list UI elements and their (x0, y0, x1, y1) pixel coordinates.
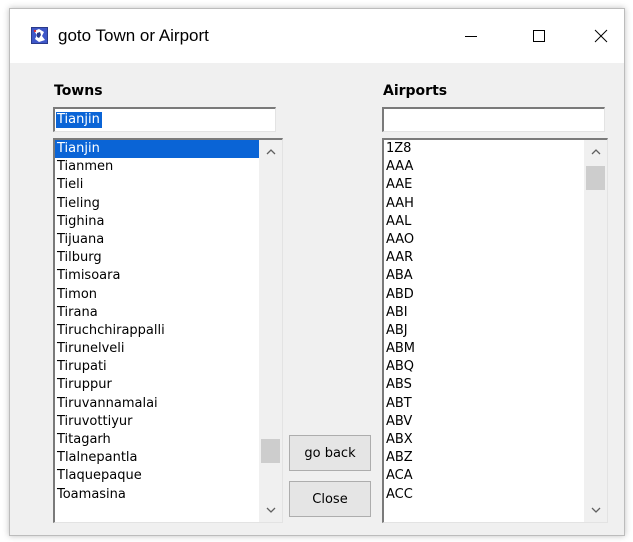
airports-list-item[interactable]: ACC (384, 486, 584, 504)
towns-scroll-up-button[interactable] (259, 142, 282, 162)
town-search-input[interactable]: Tianjin (53, 107, 276, 132)
airports-list-item[interactable]: ABD (384, 286, 584, 304)
chevron-down-icon (591, 507, 600, 513)
airports-label: Airports (383, 83, 448, 99)
towns-list-item[interactable]: Titagarh (55, 431, 259, 449)
airports-list-item[interactable]: ABV (384, 413, 584, 431)
towns-list-item[interactable]: Tiruvottiyur (55, 413, 259, 431)
towns-label: Towns (54, 83, 103, 99)
go-back-button[interactable]: go back (289, 435, 371, 471)
airports-scroll-down-button[interactable] (584, 500, 607, 520)
towns-list-item[interactable]: Tlaquepaque (55, 467, 259, 485)
app-icon (31, 27, 48, 44)
airports-list-item[interactable]: ABZ (384, 449, 584, 467)
towns-list-item[interactable]: Tlalnepantla (55, 449, 259, 467)
airports-list-item[interactable]: ABA (384, 267, 584, 285)
airports-list-item[interactable]: AAE (384, 176, 584, 194)
towns-list-item[interactable]: Tiruppur (55, 376, 259, 394)
airports-list-item[interactable]: ACA (384, 467, 584, 485)
minimize-icon (465, 36, 477, 37)
chevron-up-icon (266, 149, 275, 155)
chevron-up-icon (591, 149, 600, 155)
airports-list-item[interactable]: ABJ (384, 322, 584, 340)
airports-list-item[interactable]: ABX (384, 431, 584, 449)
towns-list-item[interactable]: Tilburg (55, 249, 259, 267)
towns-list-item[interactable]: Tighina (55, 213, 259, 231)
towns-list-item[interactable]: Toamasina (55, 486, 259, 504)
minimize-button[interactable] (448, 9, 494, 63)
towns-listbox[interactable]: Tianjin Tianmen Tieli Tieling Tighina Tijuana… (53, 138, 283, 523)
towns-list-item[interactable]: Tiruchchirappalli (55, 322, 259, 340)
maximize-button[interactable] (516, 9, 562, 63)
towns-list-item[interactable]: Timon (55, 286, 259, 304)
towns-list-item[interactable]: Tirana (55, 304, 259, 322)
towns-list-item[interactable]: Tieling (55, 195, 259, 213)
towns-scroll-down-button[interactable] (259, 500, 282, 520)
maximize-icon (533, 30, 545, 42)
airports-list-item[interactable]: AAR (384, 249, 584, 267)
airports-list-items: 1Z8 AAA AAE AAH AAL AAO AAR ABA ABD ABI ABJ ABM ABQ A… (384, 140, 584, 504)
towns-list-item[interactable]: Tieli (55, 176, 259, 194)
window-title: goto Town or Airport (58, 26, 209, 45)
airports-list-item[interactable]: AAO (384, 231, 584, 249)
town-input-value: Tianjin (56, 112, 102, 128)
towns-list-item[interactable]: Tiruvannamalai (55, 395, 259, 413)
close-window-button[interactable] (578, 9, 624, 63)
close-button[interactable]: Close (289, 481, 371, 517)
towns-list-item[interactable]: Tirunelveli (55, 340, 259, 358)
airports-list-item[interactable]: ABQ (384, 358, 584, 376)
title-bar[interactable]: goto Town or Airport (10, 9, 624, 63)
towns-list-item[interactable]: Timisoara (55, 267, 259, 285)
airports-list-item[interactable]: AAA (384, 158, 584, 176)
dialog-window: goto Town or Airport Towns Airports Tian… (9, 8, 625, 536)
airports-scrollbar[interactable] (584, 140, 607, 522)
airports-scroll-up-button[interactable] (584, 142, 607, 162)
airports-list-item[interactable]: AAH (384, 195, 584, 213)
airports-list-item[interactable]: ABT (384, 395, 584, 413)
airports-list-item[interactable]: ABM (384, 340, 584, 358)
airport-search-input[interactable] (382, 107, 605, 132)
towns-scroll-thumb[interactable] (261, 439, 280, 463)
towns-list-item[interactable]: Tirupati (55, 358, 259, 376)
airports-list-item[interactable]: AAL (384, 213, 584, 231)
towns-list-item[interactable]: Tianjin (55, 140, 259, 159)
airports-listbox[interactable]: 1Z8 AAA AAE AAH AAL AAO AAR ABA ABD ABI ABJ ABM ABQ A… (382, 138, 608, 523)
airports-scroll-thumb[interactable] (586, 166, 605, 190)
towns-list-item[interactable]: Tianmen (55, 158, 259, 176)
airports-list-item[interactable]: 1Z8 (384, 140, 584, 158)
towns-scrollbar[interactable] (259, 140, 282, 522)
airports-list-item[interactable]: ABS (384, 376, 584, 394)
towns-list-item[interactable]: Tijuana (55, 231, 259, 249)
towns-list-items: Tianjin Tianmen Tieli Tieling Tighina Tijuana… (55, 140, 259, 504)
chevron-down-icon (266, 507, 275, 513)
airports-list-item[interactable]: ABI (384, 304, 584, 322)
close-icon (594, 29, 608, 43)
